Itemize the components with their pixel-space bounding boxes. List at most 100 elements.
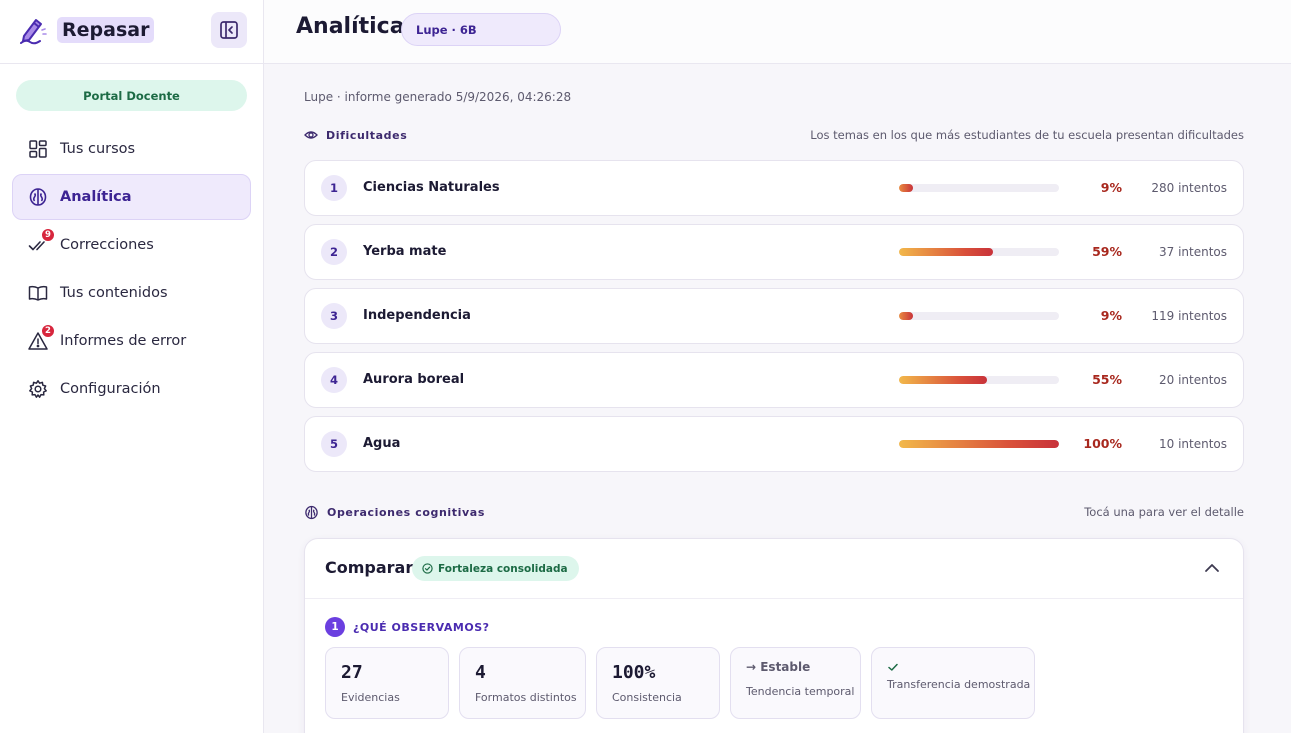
topic-row[interactable]: 3 Independencia 9% 119 intentos [304, 288, 1244, 344]
status-label: Fortaleza consolidada [438, 562, 568, 575]
topic-percent: 59% [1092, 244, 1122, 259]
sidebar-item-label: Configuración [60, 381, 161, 397]
stat-label: Consistencia [612, 691, 682, 704]
section-note: Los temas en los que más estudiantes de … [810, 128, 1244, 142]
sidebar-divider [0, 63, 264, 64]
topic-attempts: 119 intentos [1151, 309, 1227, 323]
sidebar-item-tus-cursos[interactable]: Tus cursos [12, 126, 251, 172]
stat-value: 4 [475, 662, 486, 683]
sidebar-item-tus-contenidos[interactable]: Tus contenidos [12, 270, 251, 316]
collapse-sidebar-button[interactable] [211, 12, 247, 48]
eye-icon [304, 131, 318, 139]
brain-icon [27, 186, 49, 208]
topic-name: Ciencias Naturales [363, 180, 500, 195]
section-note: Tocá una para ver el detalle [1084, 505, 1244, 519]
topic-attempts: 37 intentos [1158, 245, 1227, 259]
step-number: 1 [325, 617, 345, 637]
topic-attempts: 280 intentos [1151, 181, 1227, 195]
section-title: Operaciones cognitivas [327, 505, 485, 519]
topic-percent: 9% [1100, 308, 1122, 323]
topic-name: Agua [363, 436, 401, 451]
app-name: Repasar [57, 17, 155, 43]
notification-badge: 9 [41, 228, 55, 242]
report-meta: Lupe · informe generado 5/9/2026, 04:26:… [304, 90, 572, 104]
topic-rank: 3 [321, 303, 347, 329]
topic-rank: 1 [321, 175, 347, 201]
difficulties-section-header: Dificultades Los temas en los que más es… [304, 125, 1244, 145]
section-title: Dificultades [326, 128, 408, 142]
observations-title: ¿QUÉ OBSERVAMOS? [353, 620, 490, 634]
sidebar-item-label: Analítica [60, 189, 132, 205]
difficulty-bar-fill [899, 440, 1059, 448]
observations-header: 1 ¿QUÉ OBSERVAMOS? [325, 617, 490, 637]
operation-name: Comparar [325, 558, 414, 577]
gear-icon [27, 378, 49, 400]
page-header: Analítica Lupe · 6B [264, 0, 1291, 64]
operation-card-header[interactable]: Comparar Fortaleza consolidada [305, 539, 1243, 599]
topic-name: Aurora boreal [363, 372, 465, 387]
trend-value: → Estable [746, 660, 811, 674]
grid-icon [27, 138, 49, 160]
check-circle-icon [422, 563, 433, 574]
book-icon [27, 282, 49, 304]
topic-attempts: 10 intentos [1158, 437, 1227, 451]
difficulty-bar-fill [899, 376, 987, 384]
portal-badge: Portal Docente [16, 80, 247, 111]
difficulty-bar-fill [899, 248, 994, 256]
difficulty-bar [899, 312, 1059, 320]
notification-badge: 2 [41, 324, 55, 338]
check-icon [887, 658, 899, 677]
stat-card: Transferencia demostrada [871, 647, 1035, 719]
sidebar: Repasar Portal Docente Tus cursos Analít… [0, 0, 264, 733]
stat-value: 100% [612, 662, 656, 683]
sidebar-item-label: Correcciones [60, 237, 154, 253]
stat-label: Evidencias [341, 691, 400, 704]
sidebar-collapse-icon [220, 21, 238, 39]
pencil-logo-icon [16, 14, 48, 46]
topic-percent: 100% [1083, 436, 1122, 451]
brand[interactable]: Repasar [16, 12, 155, 48]
brain-icon [305, 505, 318, 519]
difficulty-bar [899, 440, 1059, 448]
stat-value: 27 [341, 662, 363, 683]
sidebar-nav: Tus cursos Analítica 9 Correcciones Tus … [12, 126, 251, 414]
difficulty-bar [899, 248, 1059, 256]
page-title: Analítica [296, 14, 405, 39]
topic-name: Yerba mate [363, 244, 447, 259]
difficulty-bar-fill [899, 184, 914, 192]
stat-label: Transferencia demostrada [887, 678, 1031, 691]
topic-rank: 2 [321, 239, 347, 265]
warning-icon: 2 [27, 324, 55, 352]
topic-row[interactable]: 5 Agua 100% 10 intentos [304, 416, 1244, 472]
sidebar-item-label: Informes de error [60, 333, 187, 349]
sidebar-item-correcciones[interactable]: 9 Correcciones [12, 222, 251, 268]
topic-row[interactable]: 4 Aurora boreal 55% 20 intentos [304, 352, 1244, 408]
difficulty-bar [899, 184, 1059, 192]
difficulty-bar [899, 376, 1059, 384]
sidebar-item-label: Tus contenidos [60, 285, 168, 301]
topic-percent: 55% [1092, 372, 1122, 387]
topic-row[interactable]: 1 Ciencias Naturales 9% 280 intentos [304, 160, 1244, 216]
operation-card: Comparar Fortaleza consolidada 1 ¿QUÉ OB… [304, 538, 1244, 733]
sidebar-item-label: Tus cursos [60, 141, 136, 157]
chevron-up-icon [1205, 564, 1219, 572]
stat-label: Tendencia temporal [746, 685, 855, 698]
stat-card: 100% Consistencia [596, 647, 720, 719]
sidebar-item-configuracion[interactable]: Configuración [12, 366, 251, 412]
topic-rank: 5 [321, 431, 347, 457]
class-selector[interactable]: Lupe · 6B [401, 13, 561, 46]
stat-label: Formatos distintos [475, 691, 577, 704]
topic-attempts: 20 intentos [1158, 373, 1227, 387]
sidebar-item-analitica[interactable]: Analítica [12, 174, 251, 220]
stat-card: 4 Formatos distintos [459, 647, 586, 719]
sidebar-item-informes-de-error[interactable]: 2 Informes de error [12, 318, 251, 364]
operations-section-header: Operaciones cognitivas Tocá una para ver… [304, 502, 1244, 522]
stat-card: 27 Evidencias [325, 647, 449, 719]
topic-row[interactable]: 2 Yerba mate 59% 37 intentos [304, 224, 1244, 280]
double-check-icon: 9 [27, 228, 55, 256]
difficulty-bar-fill [899, 312, 914, 320]
main-content: Lupe · informe generado 5/9/2026, 04:26:… [264, 64, 1291, 733]
topic-rank: 4 [321, 367, 347, 393]
status-badge: Fortaleza consolidada [412, 556, 579, 581]
collapse-card-button[interactable] [1203, 559, 1221, 581]
